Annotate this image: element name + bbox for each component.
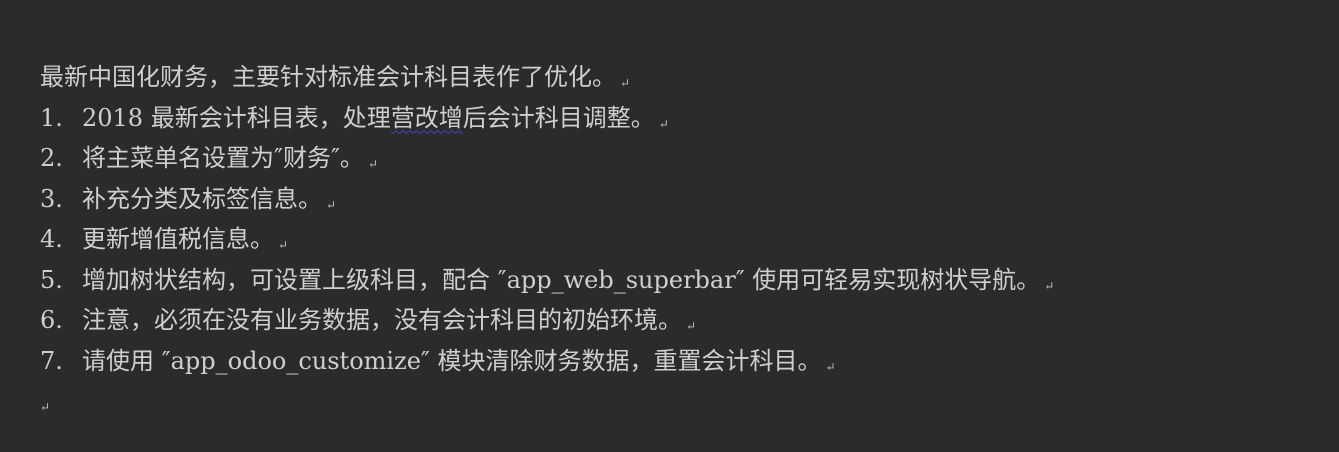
item-text: 注意，必须在没有业务数据，没有会计科目的初始环境。 [82, 306, 682, 334]
list-item-2: 2. 将主菜单名设置为″财务″。 ↵ [40, 138, 1330, 179]
item-text-after: 后会计科目调整。 [462, 103, 655, 132]
item-text: 将主菜单名设置为″财务″。 [82, 144, 364, 172]
paragraph-mark-icon: ↵ [40, 400, 51, 414]
paragraph-mark-icon: ↵ [686, 319, 697, 333]
list-item-1: 1. 2018 最新会计科目表，处理营改增后会计科目调整。 ↵ [40, 98, 1330, 139]
empty-line: ↵ [40, 381, 1330, 422]
paragraph-mark-icon: ↵ [326, 197, 337, 212]
list-item-4: 4. 更新增值税信息。 ↵ [40, 219, 1330, 260]
paragraph-mark-icon: ↵ [367, 157, 378, 171]
item-text: 增加树状结构，可设置上级科目，配合 ″app_web_superbar″ 使用可… [82, 265, 1041, 294]
item-number: 3. [40, 184, 63, 213]
list-item-6: 6. 注意，必须在没有业务数据，没有会计科目的初始环境。 ↵ [40, 300, 1330, 341]
paragraph-mark-icon: ↵ [825, 359, 836, 374]
item-number: 5. [40, 265, 63, 294]
list-item-5: 5. 增加树状结构，可设置上级科目，配合 ″app_web_superbar″ 使… [40, 260, 1330, 301]
intro-line: 最新中国化财务，主要针对标准会计科目表作了优化。 ↵ [40, 57, 1330, 98]
item-text: 更新增值税信息。 [82, 225, 274, 253]
intro-text: 最新中国化财务，主要针对标准会计科目表作了优化。 [40, 63, 616, 91]
item-number: 1. [40, 103, 63, 132]
paragraph-mark-icon: ↵ [1044, 278, 1055, 293]
paragraph-mark-icon: ↵ [620, 76, 631, 90]
paragraph-mark-icon: ↵ [658, 116, 669, 131]
spellcheck-marked-word[interactable]: 营改增 [391, 104, 463, 132]
list-item-7: 7. 请使用 ″app_odoo_customize″ 模块清除财务数据，重置会计… [40, 341, 1330, 382]
item-number: 4. [40, 225, 63, 253]
item-text: 请使用 ″app_odoo_customize″ 模块清除财务数据，重置会计科目… [82, 346, 822, 375]
item-number: 2. [40, 144, 63, 172]
document-body: 最新中国化财务，主要针对标准会计科目表作了优化。 ↵ 1. 2018 最新会计科目表… [40, 57, 1330, 422]
item-text: 补充分类及标签信息。 [82, 184, 322, 213]
item-text-before: 2018 最新会计科目表，处理 [82, 103, 391, 132]
item-number: 6. [40, 306, 63, 334]
paragraph-mark-icon: ↵ [278, 238, 289, 252]
item-number: 7. [40, 346, 63, 375]
list-item-3: 3. 补充分类及标签信息。 ↵ [40, 179, 1330, 220]
